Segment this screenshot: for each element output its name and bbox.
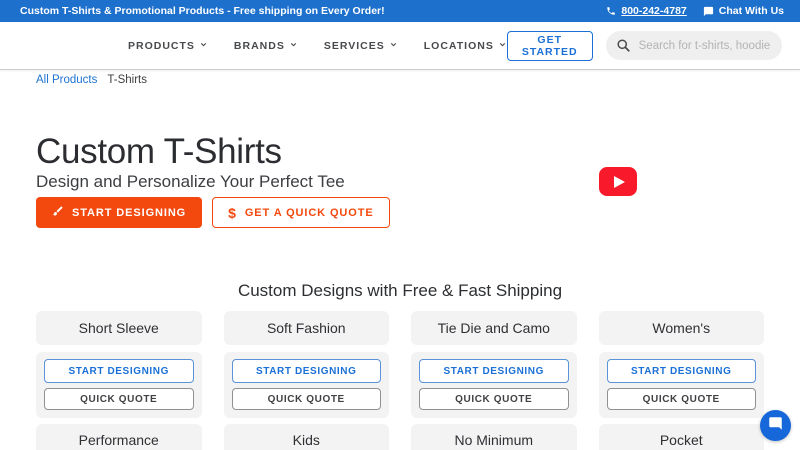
get-started-button[interactable]: GET STARTED [506,30,593,61]
card-no-minimum[interactable]: No Minimum [411,424,577,450]
start-designing-label: START DESIGNING [72,206,187,219]
card-kids[interactable]: Kids [223,424,389,450]
chevron-down-icon [498,40,507,52]
card-actions: START DESIGNING QUICK QUOTE [36,352,202,418]
nav-item-products[interactable]: PRODUCTS [128,40,208,52]
chevron-down-icon [389,40,398,52]
hero-subtitle: Design and Personalize Your Perfect Tee [36,172,345,191]
card-title-soft-fashion[interactable]: Soft Fashion [223,311,389,345]
dollar-icon: $ [228,204,237,221]
card-quick-quote-button[interactable]: QUICK QUOTE [44,388,194,410]
nav-locations-label: LOCATIONS [423,39,494,52]
quick-quote-button[interactable]: $ GET A QUICK QUOTE [212,197,390,228]
main-navbar: PRODUCTS BRANDS SERVICES LOCATIONS GET S… [0,22,800,70]
phone-number: 800-242-4787 [621,5,687,17]
video-play-button[interactable] [599,167,637,196]
chat-with-us-link[interactable]: Chat With Us [703,5,784,17]
topbar: Custom T-Shirts & Promotional Products -… [0,0,800,22]
search-bar [605,31,782,60]
hero-buttons: START DESIGNING $ GET A QUICK QUOTE [36,197,390,228]
chevron-down-icon [289,40,298,52]
nav-item-services[interactable]: SERVICES [324,40,398,52]
card-quick-quote-button[interactable]: QUICK QUOTE [606,388,756,410]
breadcrumb: All Products T-Shirts [36,74,147,86]
nav-services-label: SERVICES [323,39,385,52]
card-actions: START DESIGNING QUICK QUOTE [598,352,764,418]
card-start-designing-button[interactable]: START DESIGNING [419,359,569,383]
card-quick-quote-button[interactable]: QUICK QUOTE [419,388,569,410]
card-title-short-sleeve[interactable]: Short Sleeve [36,311,202,345]
card-quick-quote-button[interactable]: QUICK QUOTE [231,388,381,410]
quick-quote-label: GET A QUICK QUOTE [244,206,374,219]
page: Custom T-Shirts & Promotional Products -… [0,0,800,450]
category-cards-row2: Performance Kids No Minimum Pocket [36,424,764,450]
phone-icon [606,6,616,16]
page-title: Custom T-Shirts [36,132,282,171]
card-title-tie-die-camo[interactable]: Tie Die and Camo [411,311,577,345]
card-tie-die-camo: Tie Die and Camo START DESIGNING QUICK Q… [411,311,577,418]
topbar-message: Custom T-Shirts & Promotional Products -… [20,5,385,17]
brush-icon [52,205,64,220]
card-start-designing-button[interactable]: START DESIGNING [231,359,381,383]
section-heading: Custom Designs with Free & Fast Shipping [237,281,563,300]
chat-label: Chat With Us [718,5,784,17]
card-soft-fashion: Soft Fashion START DESIGNING QUICK QUOTE [223,311,389,418]
chevron-down-icon [199,40,208,52]
search-input[interactable] [605,31,782,60]
chat-bubble-icon [768,416,783,436]
chat-fab-button[interactable] [760,410,791,441]
nav-links: PRODUCTS BRANDS SERVICES LOCATIONS [128,40,507,52]
search-icon [616,38,631,58]
card-womens: Women's START DESIGNING QUICK QUOTE [598,311,764,418]
nav-item-locations[interactable]: LOCATIONS [424,40,507,52]
card-pocket[interactable]: Pocket [598,424,764,450]
nav-right: GET STARTED 0 LOG IN [506,30,800,61]
start-designing-button[interactable]: START DESIGNING [36,197,203,228]
topbar-right: 800-242-4787 Chat With Us [606,5,784,17]
breadcrumb-all-products[interactable]: All Products [36,74,97,86]
phone-link[interactable]: 800-242-4787 [606,5,687,17]
card-short-sleeve: Short Sleeve START DESIGNING QUICK QUOTE [36,311,202,418]
breadcrumb-current: T-Shirts [107,74,147,86]
card-start-designing-button[interactable]: START DESIGNING [44,359,194,383]
nav-brands-label: BRANDS [233,39,285,52]
category-cards-row1: Short Sleeve START DESIGNING QUICK QUOTE… [36,311,764,418]
card-actions: START DESIGNING QUICK QUOTE [223,352,389,418]
card-performance[interactable]: Performance [36,424,202,450]
card-start-designing-button[interactable]: START DESIGNING [606,359,756,383]
card-actions: START DESIGNING QUICK QUOTE [411,352,577,418]
chat-icon [703,6,714,17]
play-icon [614,175,625,188]
card-title-womens[interactable]: Women's [598,311,764,345]
nav-item-brands[interactable]: BRANDS [234,40,298,52]
nav-products-label: PRODUCTS [128,39,195,52]
